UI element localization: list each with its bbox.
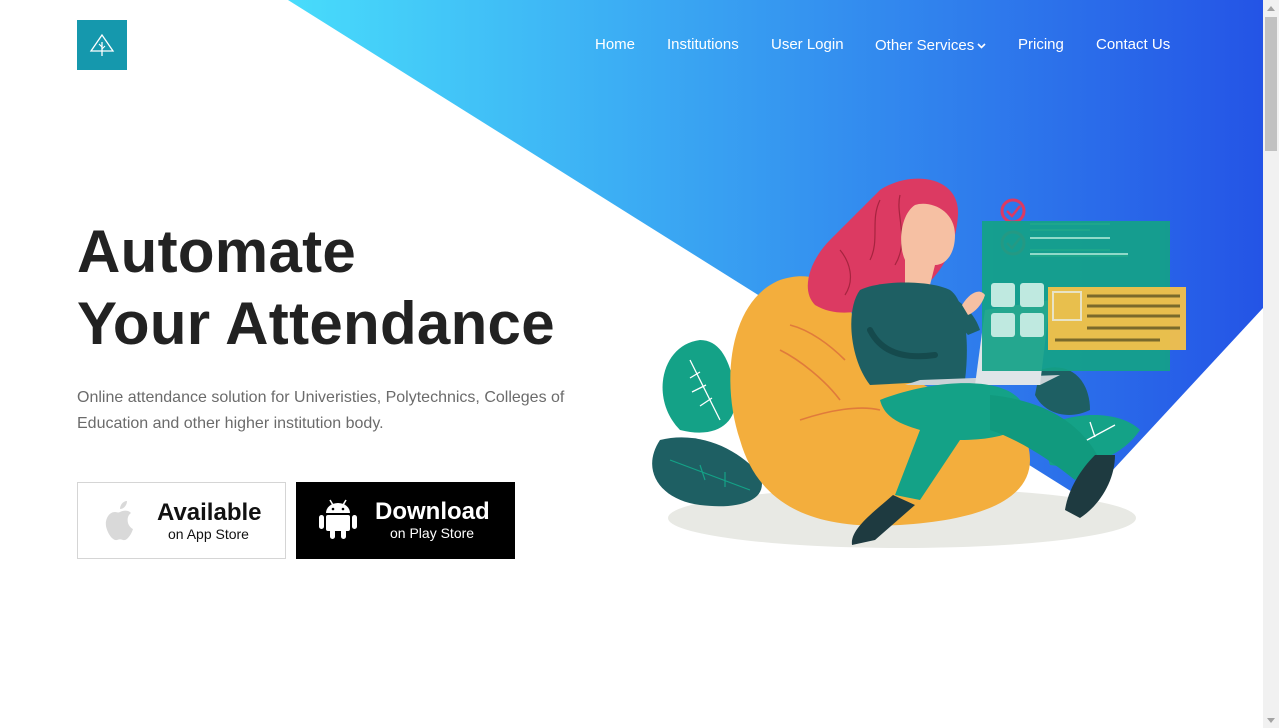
play-store-title: Download bbox=[375, 498, 490, 525]
nav-home[interactable]: Home bbox=[595, 34, 635, 56]
scrollbar-thumb[interactable] bbox=[1265, 17, 1277, 151]
nav-user-login[interactable]: User Login bbox=[771, 34, 844, 56]
android-icon bbox=[319, 499, 357, 539]
nav-other-services-label: Other Services bbox=[875, 37, 975, 54]
app-store-subtitle: on App Store bbox=[168, 526, 249, 542]
nav-other-services[interactable]: Other Services bbox=[875, 34, 986, 57]
app-store-title: Available bbox=[157, 499, 262, 526]
headline-line-2: Your Attendance bbox=[77, 290, 555, 357]
headline-line-1: Automate bbox=[77, 218, 357, 285]
app-store-button[interactable]: Available on App Store bbox=[77, 482, 286, 559]
apple-icon bbox=[105, 501, 133, 541]
scroll-down-arrow-icon[interactable] bbox=[1263, 712, 1279, 728]
vertical-scrollbar[interactable] bbox=[1263, 0, 1279, 728]
nav-institutions[interactable]: Institutions bbox=[667, 34, 739, 56]
nav-pricing[interactable]: Pricing bbox=[1018, 34, 1064, 56]
main-navigation: Home Institutions User Login Other Servi… bbox=[0, 34, 1263, 56]
nav-contact-us[interactable]: Contact Us bbox=[1096, 34, 1170, 56]
play-store-button[interactable]: Download on Play Store bbox=[296, 482, 515, 559]
landing-page: Home Institutions User Login Other Servi… bbox=[0, 0, 1263, 728]
chevron-down-icon bbox=[977, 34, 986, 56]
hero-description: Online attendance solution for Univerist… bbox=[77, 389, 565, 432]
hero-illustration bbox=[652, 178, 1186, 548]
scroll-up-arrow-icon[interactable] bbox=[1263, 0, 1279, 16]
play-store-subtitle: on Play Store bbox=[390, 525, 475, 541]
hero-headline: Automate Your Attendance bbox=[77, 216, 637, 360]
